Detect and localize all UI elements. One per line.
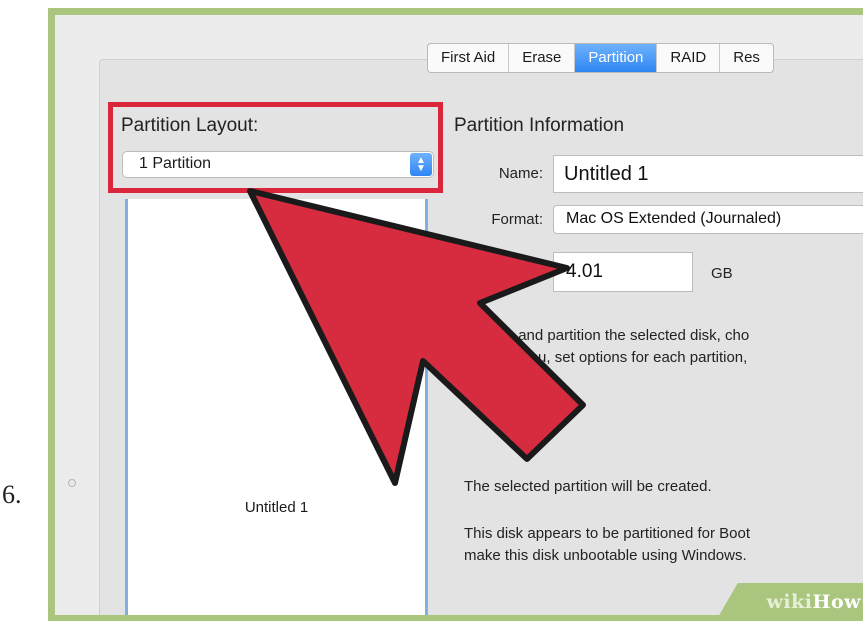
format-select[interactable]: Mac OS Extended (Journaled): [553, 205, 863, 234]
size-unit-label: GB: [711, 265, 733, 282]
step-number: 6.: [2, 480, 22, 509]
boot-note-line: make this disk unbootable using Windows.: [464, 547, 747, 564]
screenshot-frame: First Aid Erase Partition RAID Res Parti…: [48, 8, 863, 621]
format-label: Format:: [491, 211, 543, 228]
tab-first-aid[interactable]: First Aid: [428, 44, 510, 72]
partition-information-title: Partition Information: [454, 115, 625, 136]
wikihow-how: How: [812, 591, 861, 613]
wikihow-wiki: wiki: [766, 591, 813, 613]
wikihow-logo: wikiHow: [767, 591, 861, 613]
highlight-box: [108, 102, 443, 193]
description-line: o erase and partition the selected disk,…: [464, 327, 750, 344]
tab-restore[interactable]: Res: [720, 44, 773, 72]
description-line: up menu, set options for each partition,: [488, 349, 748, 366]
tab-raid[interactable]: RAID: [657, 44, 721, 72]
tab-partition[interactable]: Partition: [575, 44, 658, 72]
name-label: Name:: [498, 165, 543, 182]
name-field[interactable]: Untitled 1: [553, 155, 863, 193]
resize-handle-icon[interactable]: [68, 479, 76, 487]
partition-map-label: Untitled 1: [244, 499, 309, 516]
boot-note-line: This disk appears to be partitioned for …: [464, 525, 750, 542]
partition-map[interactable]: Untitled 1: [125, 199, 428, 615]
partition-description: o erase and partition the selected disk,…: [464, 325, 863, 369]
partition-status: The selected partition will be created.: [464, 478, 712, 495]
tab-bar: First Aid Erase Partition RAID Res: [427, 43, 774, 73]
tab-erase[interactable]: Erase: [509, 44, 576, 72]
size-field[interactable]: 4.01: [553, 252, 693, 292]
boot-note: This disk appears to be partitioned for …: [464, 523, 750, 567]
